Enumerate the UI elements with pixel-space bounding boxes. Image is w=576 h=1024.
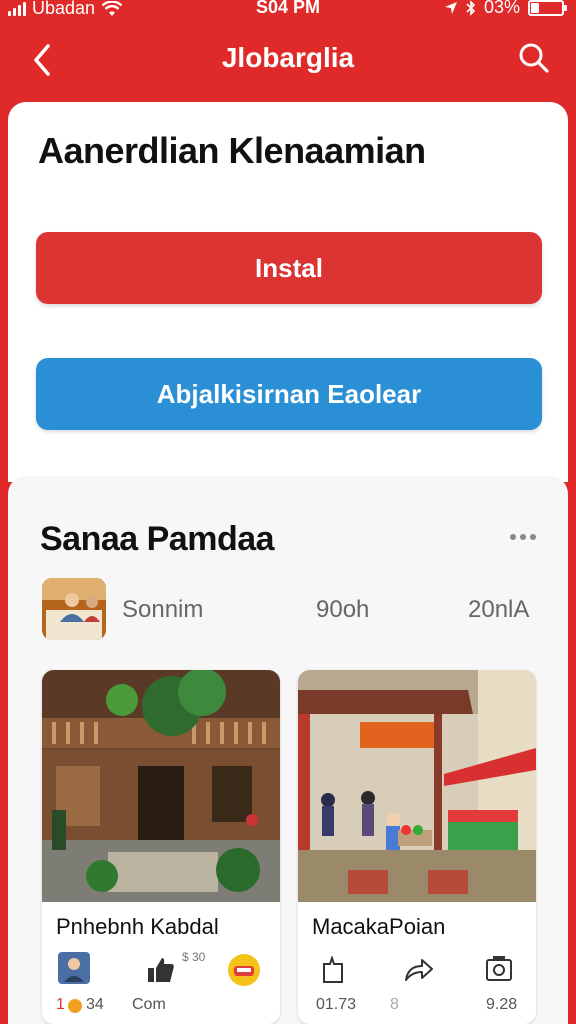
post-title: Pnhebnh Kabdal bbox=[56, 914, 219, 939]
camera-icon[interactable] bbox=[484, 954, 514, 984]
install-button[interactable]: Instal bbox=[36, 232, 542, 304]
apply-button[interactable]: Abjalkisirnan Eaolear bbox=[36, 358, 542, 430]
post-actions: $ 30 bbox=[42, 950, 280, 992]
coin-icon bbox=[68, 999, 82, 1013]
count-2: 34 bbox=[86, 996, 104, 1013]
profile-thumbnail[interactable] bbox=[42, 578, 106, 640]
sticker-icon[interactable] bbox=[226, 952, 262, 988]
post-counts: 01.73 8 9.28 bbox=[298, 996, 536, 1018]
section-title: Sanaa Pamdaa bbox=[40, 520, 275, 558]
app-header: Jlobarglia bbox=[0, 22, 576, 100]
post-actions bbox=[298, 952, 536, 992]
more-options-icon[interactable] bbox=[510, 534, 536, 540]
count-1: 01.73 bbox=[316, 996, 357, 1013]
page-title: Jlobarglia bbox=[221, 42, 355, 73]
share-icon[interactable] bbox=[402, 956, 434, 984]
comment-label[interactable]: Com bbox=[132, 996, 166, 1014]
location-icon bbox=[444, 1, 457, 14]
profile-row: Sonnim 90oh 20nlA bbox=[42, 578, 542, 640]
stat-2: 90oh bbox=[316, 596, 370, 623]
thumbs-up-icon[interactable] bbox=[146, 956, 176, 984]
battery-percent: 03% bbox=[483, 0, 520, 17]
featured-section: Sanaa Pamdaa Sonnim 90oh 20nlA Pnhebnh K… bbox=[8, 476, 568, 1024]
post-card[interactable]: MacakaPoian 01.73 8 9.28 bbox=[298, 670, 536, 1024]
stat-3: 20nlA bbox=[468, 596, 530, 623]
count-3: 9.28 bbox=[486, 996, 518, 1013]
search-icon bbox=[519, 43, 549, 73]
card-heading: Aanerdlian Klenaamian bbox=[38, 130, 426, 171]
count-2: 8 bbox=[390, 996, 399, 1013]
post-image bbox=[298, 670, 536, 902]
post-title: MacakaPoian bbox=[312, 914, 446, 939]
bluetooth-icon bbox=[466, 0, 476, 16]
battery-icon bbox=[528, 0, 567, 16]
post-counts: 1 34 Com bbox=[42, 996, 280, 1018]
post-image bbox=[42, 670, 280, 902]
post-card[interactable]: Pnhebnh Kabdal $ 30 1 34 Com bbox=[42, 670, 280, 1024]
avatar[interactable] bbox=[58, 952, 90, 984]
main-card: Aanerdlian Klenaamian Instal Abjalkisirn… bbox=[8, 102, 568, 482]
status-bar: Ubadan S04 PM 03% bbox=[0, 0, 576, 22]
status-right: 03% bbox=[444, 0, 567, 18]
badge-amount: $ 30 bbox=[182, 950, 206, 964]
bookmark-icon[interactable] bbox=[320, 956, 346, 984]
count-1: 1 bbox=[56, 996, 65, 1013]
stat-1: Sonnim bbox=[122, 596, 204, 623]
search-button[interactable] bbox=[514, 38, 554, 78]
